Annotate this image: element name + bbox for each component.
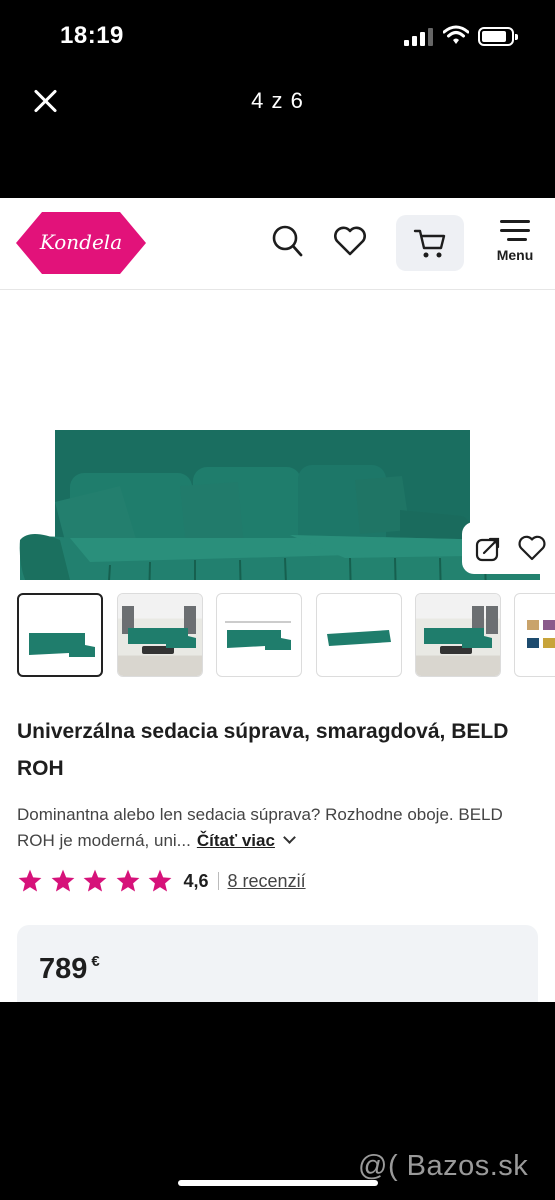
- rating-value: 4,6: [183, 870, 209, 891]
- cart-icon: [413, 229, 446, 258]
- cart-button[interactable]: [396, 215, 464, 271]
- battery-icon: [478, 27, 518, 46]
- product-page: Kondela Menu Univerzálna sedacia súprava…: [0, 198, 555, 1002]
- room-photo: [416, 594, 500, 676]
- image-viewer-header: 4 z 6: [0, 70, 555, 130]
- thumbnail[interactable]: [514, 593, 555, 677]
- menu-button[interactable]: Menu: [492, 220, 538, 270]
- wifi-icon: [443, 25, 469, 44]
- image-actions: [462, 522, 555, 574]
- logo-text: Kondela: [39, 230, 123, 254]
- price-currency: €: [91, 953, 100, 970]
- share-icon[interactable]: [474, 535, 502, 563]
- thumb-sofa-bed: [327, 630, 391, 646]
- image-counter: 4 z 6: [251, 88, 304, 113]
- thumbnail-strip: [17, 593, 555, 679]
- bazos-watermark: @( Bazos.sk: [358, 1150, 529, 1182]
- status-time: 18:19: [60, 22, 124, 49]
- thumb-sofa-dimensions: [225, 621, 291, 650]
- thumbnail[interactable]: [216, 593, 302, 677]
- star-icon: [116, 869, 139, 892]
- hamburger-icon: [492, 220, 538, 241]
- thumb-color-swatches: [527, 620, 555, 648]
- thumbnail[interactable]: [415, 593, 501, 677]
- read-more-link[interactable]: Čítať viac: [196, 831, 296, 850]
- thumb-sofa: [29, 633, 95, 657]
- product-rating: 4,6 8 recenzií: [17, 867, 306, 895]
- thumbnail[interactable]: [117, 593, 203, 677]
- thumbnail[interactable]: [17, 593, 103, 677]
- chevron-down-icon: [283, 831, 296, 844]
- rating-divider: [217, 872, 219, 890]
- heart-icon[interactable]: [333, 226, 367, 256]
- star-icon: [83, 869, 107, 892]
- status-bar: 18:19: [0, 0, 555, 70]
- star-icon: [51, 869, 74, 892]
- home-indicator[interactable]: [178, 1180, 378, 1186]
- reviews-link[interactable]: 8 recenzií: [228, 871, 306, 892]
- price-card: 789 €: [17, 925, 538, 1002]
- room-photo: [118, 594, 202, 676]
- product-title: Univerzálna sedacia súprava, smaragdová,…: [17, 720, 509, 780]
- screen: 18:19 4 z 6 Kondela Menu Univerzálna sed…: [0, 0, 555, 1200]
- star-icon: [18, 869, 42, 892]
- product-description: Dominantna alebo len sedacia súprava? Ro…: [17, 802, 542, 854]
- product-image[interactable]: [0, 290, 555, 653]
- kondela-logo[interactable]: Kondela: [16, 210, 146, 276]
- favorite-icon[interactable]: [518, 535, 546, 561]
- thumbnail[interactable]: [316, 593, 402, 677]
- cellular-signal-icon: [404, 28, 433, 46]
- star-icon: [148, 869, 172, 892]
- site-header: Kondela Menu: [0, 198, 555, 290]
- search-icon[interactable]: [271, 224, 303, 258]
- product-price: 789 €: [39, 953, 100, 986]
- read-more-label: Čítať viac: [196, 831, 275, 850]
- menu-label: Menu: [496, 247, 534, 263]
- price-value: 789: [39, 953, 88, 985]
